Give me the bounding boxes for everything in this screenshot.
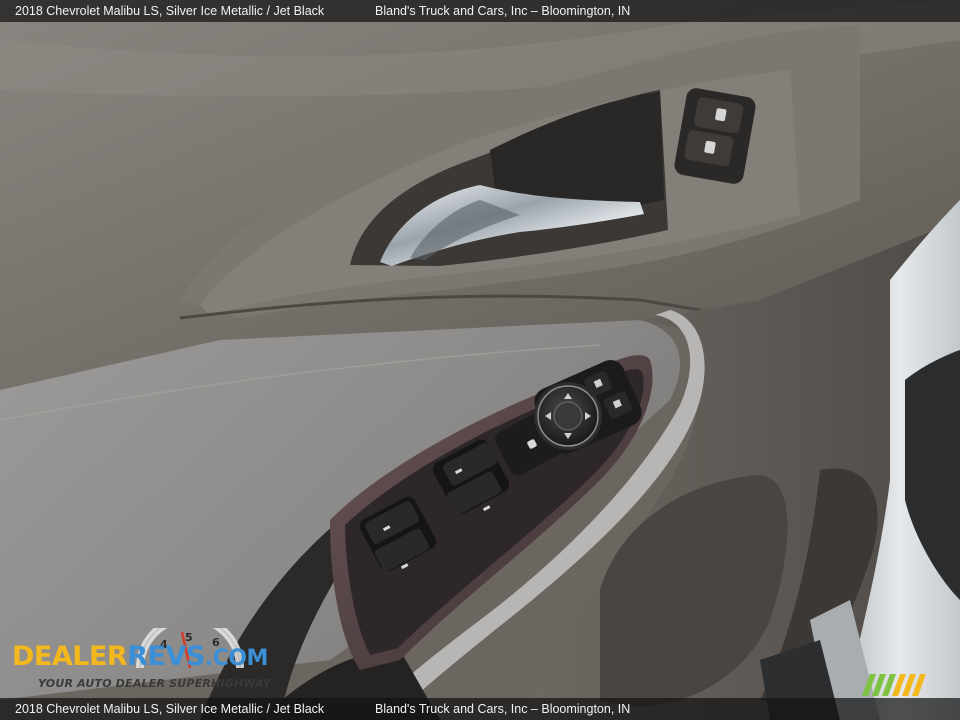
- dealerrevs-watermark: 4 5 6 DEALERREVS.COM YOUR AUTO DEALER SU…: [12, 628, 282, 696]
- brand-revs: REVS: [127, 641, 205, 672]
- brand-com: .COM: [204, 646, 269, 671]
- stripes-logo-icon: [862, 674, 926, 696]
- photo-frame: 2018 Chevrolet Malibu LS, Silver Ice Met…: [0, 0, 960, 720]
- caption-bar-bottom: 2018 Chevrolet Malibu LS, Silver Ice Met…: [0, 698, 960, 720]
- brand-wordmark: DEALERREVS.COM: [12, 642, 268, 674]
- door-panel-photo: [0, 0, 960, 720]
- vehicle-caption: 2018 Chevrolet Malibu LS, Silver Ice Met…: [15, 702, 325, 716]
- brand-dealer: DEALER: [12, 641, 128, 672]
- dealer-caption: Bland's Truck and Cars, Inc – Bloomingto…: [375, 702, 631, 716]
- dealer-caption: Bland's Truck and Cars, Inc – Bloomingto…: [375, 4, 631, 18]
- brand-tagline: YOUR AUTO DEALER SUPERHIGHWAY: [38, 677, 271, 690]
- vehicle-caption: 2018 Chevrolet Malibu LS, Silver Ice Met…: [15, 4, 325, 18]
- caption-bar-top: 2018 Chevrolet Malibu LS, Silver Ice Met…: [0, 0, 960, 22]
